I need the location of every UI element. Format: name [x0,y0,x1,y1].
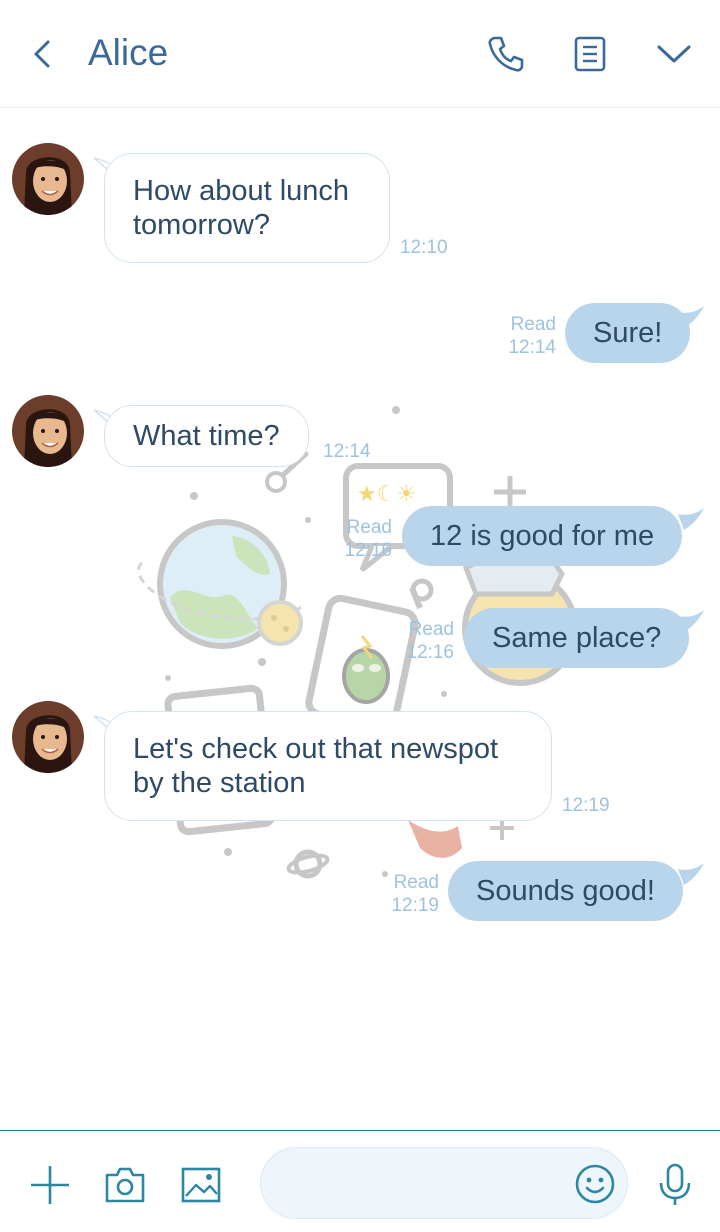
chat-title: Alice [88,32,169,73]
message-text: Let's check out that newspot by the stat… [133,733,499,799]
add-attachment-button[interactable] [26,1161,74,1209]
message-time: 12:14 [323,441,371,462]
bubble-tail [678,508,704,530]
message-time: 12:19 [562,795,610,816]
avatar[interactable] [12,701,84,773]
plus-icon [31,1166,69,1204]
chevron-left-icon [34,40,50,68]
microphone-icon [659,1163,691,1205]
message-text: What time? [133,420,280,452]
avatar[interactable] [12,143,84,215]
svg-text:★☾☀: ★☾☀ [357,482,416,507]
gallery-button[interactable] [177,1161,225,1209]
phone-icon [488,36,524,72]
message-meta: Read 12:14 [500,313,556,359]
image-icon [181,1167,221,1203]
call-button[interactable] [482,30,530,78]
message-input[interactable] [285,1166,565,1202]
contact-photo [12,395,84,467]
camera-icon [105,1167,145,1203]
incoming-message-bubble[interactable]: What time? [104,405,309,467]
message-time: 12:16 [406,642,454,663]
voice-button[interactable] [651,1161,699,1209]
message-text: Sure! [593,317,663,349]
bubble-tail [678,610,704,632]
outgoing-message-bubble[interactable]: Same place? [464,608,690,668]
message-text: Same place? [492,622,662,654]
message-time: 12:19 [391,895,439,916]
bubble-tail [678,306,704,328]
message-list[interactable]: ★☾☀ How about lunch tomorrow? 12:10 Read… [0,108,720,1130]
message-input-container[interactable] [260,1147,628,1219]
read-status: Read [393,872,439,893]
outgoing-message-bubble[interactable]: Sure! [565,303,691,363]
message-meta: Read 12:16 [336,516,392,562]
outgoing-message-bubble[interactable]: 12 is good for me [402,506,683,566]
bubble-tail [678,863,704,885]
message-time: 12:16 [344,540,392,561]
notes-button[interactable] [566,30,614,78]
read-status: Read [510,314,556,335]
message-time: 12:10 [400,237,448,258]
message-meta: Read 12:16 [398,618,454,664]
read-status: Read [346,517,392,538]
menu-toggle-button[interactable] [650,30,698,78]
contact-photo [12,143,84,215]
outgoing-message-bubble[interactable]: Sounds good! [448,861,683,921]
emoji-button[interactable] [571,1160,619,1208]
smiley-icon [575,1164,615,1204]
message-meta: Read 12:19 [383,871,439,917]
incoming-message-bubble[interactable]: How about lunch tomorrow? [104,153,390,263]
message-text: 12 is good for me [430,520,655,552]
message-text: How about lunch tomorrow? [133,175,350,241]
message-composer [0,1130,720,1232]
message-time: 12:14 [508,337,556,358]
chevron-down-icon [657,45,691,63]
avatar[interactable] [12,395,84,467]
read-status: Read [408,619,454,640]
contact-photo [12,701,84,773]
incoming-message-bubble[interactable]: Let's check out that newspot by the stat… [104,711,552,821]
notes-icon [574,36,606,72]
message-text: Sounds good! [476,875,655,907]
back-button[interactable] [18,30,66,78]
chat-header: Alice [0,0,720,108]
camera-button[interactable] [101,1161,149,1209]
